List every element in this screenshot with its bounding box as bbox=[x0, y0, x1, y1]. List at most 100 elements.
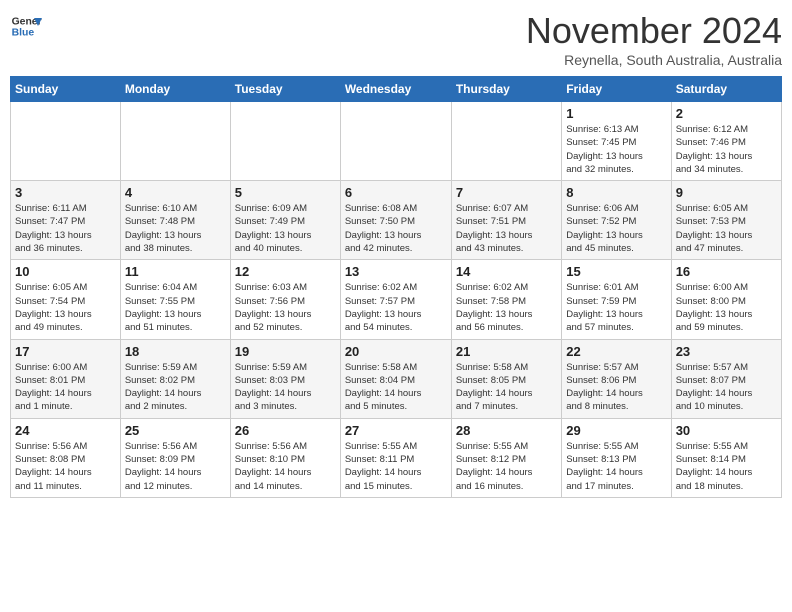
page-header: General Blue November 2024 Reynella, Sou… bbox=[10, 10, 782, 68]
day-number: 9 bbox=[676, 185, 777, 200]
table-row bbox=[120, 102, 230, 181]
day-number: 6 bbox=[345, 185, 447, 200]
table-row: 18 Sunrise: 5:59 AMSunset: 8:02 PMDayligh… bbox=[120, 339, 230, 418]
table-row bbox=[340, 102, 451, 181]
table-row: 20 Sunrise: 5:58 AMSunset: 8:04 PMDayligh… bbox=[340, 339, 451, 418]
day-detail: Sunrise: 5:56 AMSunset: 8:10 PMDaylight:… bbox=[235, 440, 336, 493]
svg-text:Blue: Blue bbox=[12, 28, 35, 39]
table-row bbox=[11, 102, 121, 181]
table-row: 8 Sunrise: 6:06 AMSunset: 7:52 PMDaylight… bbox=[562, 181, 671, 260]
day-detail: Sunrise: 5:57 AMSunset: 8:06 PMDaylight:… bbox=[566, 361, 666, 414]
day-number: 13 bbox=[345, 264, 447, 279]
title-block: November 2024 Reynella, South Australia,… bbox=[526, 10, 782, 68]
calendar-week-row: 1 Sunrise: 6:13 AMSunset: 7:45 PMDaylight… bbox=[11, 102, 782, 181]
table-row: 14 Sunrise: 6:02 AMSunset: 7:58 PMDayligh… bbox=[451, 260, 561, 339]
day-detail: Sunrise: 5:58 AMSunset: 8:04 PMDaylight:… bbox=[345, 361, 447, 414]
day-number: 24 bbox=[15, 423, 116, 438]
calendar-table: Sunday Monday Tuesday Wednesday Thursday… bbox=[10, 76, 782, 498]
day-number: 20 bbox=[345, 344, 447, 359]
day-detail: Sunrise: 6:13 AMSunset: 7:45 PMDaylight:… bbox=[566, 123, 666, 176]
table-row: 13 Sunrise: 6:02 AMSunset: 7:57 PMDayligh… bbox=[340, 260, 451, 339]
table-row: 30 Sunrise: 5:55 AMSunset: 8:14 PMDayligh… bbox=[671, 418, 781, 497]
day-detail: Sunrise: 5:56 AMSunset: 8:08 PMDaylight:… bbox=[15, 440, 116, 493]
day-number: 15 bbox=[566, 264, 666, 279]
day-number: 5 bbox=[235, 185, 336, 200]
day-detail: Sunrise: 6:00 AMSunset: 8:01 PMDaylight:… bbox=[15, 361, 116, 414]
table-row bbox=[451, 102, 561, 181]
day-detail: Sunrise: 5:59 AMSunset: 8:02 PMDaylight:… bbox=[125, 361, 226, 414]
day-detail: Sunrise: 6:07 AMSunset: 7:51 PMDaylight:… bbox=[456, 202, 557, 255]
table-row: 2 Sunrise: 6:12 AMSunset: 7:46 PMDaylight… bbox=[671, 102, 781, 181]
col-monday: Monday bbox=[120, 77, 230, 102]
day-number: 18 bbox=[125, 344, 226, 359]
day-number: 2 bbox=[676, 106, 777, 121]
day-detail: Sunrise: 6:10 AMSunset: 7:48 PMDaylight:… bbox=[125, 202, 226, 255]
table-row: 25Sunrise: 5:56 AMSunset: 8:09 PMDayligh… bbox=[120, 418, 230, 497]
day-detail: Sunrise: 5:58 AMSunset: 8:05 PMDaylight:… bbox=[456, 361, 557, 414]
table-row: 9 Sunrise: 6:05 AMSunset: 7:53 PMDaylight… bbox=[671, 181, 781, 260]
day-number: 11 bbox=[125, 264, 226, 279]
day-number: 30 bbox=[676, 423, 777, 438]
day-number: 12 bbox=[235, 264, 336, 279]
calendar-week-row: 17 Sunrise: 6:00 AMSunset: 8:01 PMDayligh… bbox=[11, 339, 782, 418]
col-tuesday: Tuesday bbox=[230, 77, 340, 102]
day-detail: Sunrise: 6:11 AMSunset: 7:47 PMDaylight:… bbox=[15, 202, 116, 255]
day-detail: Sunrise: 6:08 AMSunset: 7:50 PMDaylight:… bbox=[345, 202, 447, 255]
month-title: November 2024 bbox=[526, 10, 782, 52]
table-row: 10Sunrise: 6:05 AMSunset: 7:54 PMDayligh… bbox=[11, 260, 121, 339]
table-row: 1 Sunrise: 6:13 AMSunset: 7:45 PMDaylight… bbox=[562, 102, 671, 181]
day-detail: Sunrise: 5:55 AMSunset: 8:13 PMDaylight:… bbox=[566, 440, 666, 493]
day-number: 16 bbox=[676, 264, 777, 279]
logo-icon: General Blue bbox=[10, 10, 42, 42]
table-row: 28 Sunrise: 5:55 AMSunset: 8:12 PMDayligh… bbox=[451, 418, 561, 497]
location: Reynella, South Australia, Australia bbox=[526, 52, 782, 68]
col-saturday: Saturday bbox=[671, 77, 781, 102]
table-row: 6 Sunrise: 6:08 AMSunset: 7:50 PMDaylight… bbox=[340, 181, 451, 260]
day-number: 14 bbox=[456, 264, 557, 279]
table-row: 19Sunrise: 5:59 AMSunset: 8:03 PMDayligh… bbox=[230, 339, 340, 418]
day-detail: Sunrise: 6:03 AMSunset: 7:56 PMDaylight:… bbox=[235, 281, 336, 334]
day-detail: Sunrise: 6:06 AMSunset: 7:52 PMDaylight:… bbox=[566, 202, 666, 255]
calendar-header-row: Sunday Monday Tuesday Wednesday Thursday… bbox=[11, 77, 782, 102]
table-row bbox=[230, 102, 340, 181]
day-detail: Sunrise: 5:55 AMSunset: 8:14 PMDaylight:… bbox=[676, 440, 777, 493]
table-row: 23 Sunrise: 5:57 AMSunset: 8:07 PMDayligh… bbox=[671, 339, 781, 418]
col-wednesday: Wednesday bbox=[340, 77, 451, 102]
day-number: 23 bbox=[676, 344, 777, 359]
table-row: 12 Sunrise: 6:03 AMSunset: 7:56 PMDayligh… bbox=[230, 260, 340, 339]
logo: General Blue bbox=[10, 10, 42, 42]
day-detail: Sunrise: 6:02 AMSunset: 7:58 PMDaylight:… bbox=[456, 281, 557, 334]
table-row: 29Sunrise: 5:55 AMSunset: 8:13 PMDayligh… bbox=[562, 418, 671, 497]
day-detail: Sunrise: 6:02 AMSunset: 7:57 PMDaylight:… bbox=[345, 281, 447, 334]
calendar-week-row: 24 Sunrise: 5:56 AMSunset: 8:08 PMDayligh… bbox=[11, 418, 782, 497]
table-row: 17 Sunrise: 6:00 AMSunset: 8:01 PMDayligh… bbox=[11, 339, 121, 418]
calendar-week-row: 10Sunrise: 6:05 AMSunset: 7:54 PMDayligh… bbox=[11, 260, 782, 339]
day-number: 17 bbox=[15, 344, 116, 359]
table-row: 26 Sunrise: 5:56 AMSunset: 8:10 PMDayligh… bbox=[230, 418, 340, 497]
day-detail: Sunrise: 5:55 AMSunset: 8:12 PMDaylight:… bbox=[456, 440, 557, 493]
col-thursday: Thursday bbox=[451, 77, 561, 102]
table-row: 24 Sunrise: 5:56 AMSunset: 8:08 PMDayligh… bbox=[11, 418, 121, 497]
day-detail: Sunrise: 6:00 AMSunset: 8:00 PMDaylight:… bbox=[676, 281, 777, 334]
day-number: 3 bbox=[15, 185, 116, 200]
day-detail: Sunrise: 6:05 AMSunset: 7:54 PMDaylight:… bbox=[15, 281, 116, 334]
day-number: 27 bbox=[345, 423, 447, 438]
col-friday: Friday bbox=[562, 77, 671, 102]
table-row: 7 Sunrise: 6:07 AMSunset: 7:51 PMDaylight… bbox=[451, 181, 561, 260]
table-row: 27 Sunrise: 5:55 AMSunset: 8:11 PMDayligh… bbox=[340, 418, 451, 497]
day-detail: Sunrise: 6:12 AMSunset: 7:46 PMDaylight:… bbox=[676, 123, 777, 176]
table-row: 4Sunrise: 6:10 AMSunset: 7:48 PMDaylight… bbox=[120, 181, 230, 260]
day-detail: Sunrise: 5:57 AMSunset: 8:07 PMDaylight:… bbox=[676, 361, 777, 414]
day-detail: Sunrise: 5:59 AMSunset: 8:03 PMDaylight:… bbox=[235, 361, 336, 414]
table-row: 22Sunrise: 5:57 AMSunset: 8:06 PMDayligh… bbox=[562, 339, 671, 418]
calendar-week-row: 3 Sunrise: 6:11 AMSunset: 7:47 PMDaylight… bbox=[11, 181, 782, 260]
day-detail: Sunrise: 6:05 AMSunset: 7:53 PMDaylight:… bbox=[676, 202, 777, 255]
day-detail: Sunrise: 5:55 AMSunset: 8:11 PMDaylight:… bbox=[345, 440, 447, 493]
day-number: 26 bbox=[235, 423, 336, 438]
day-number: 1 bbox=[566, 106, 666, 121]
table-row: 11Sunrise: 6:04 AMSunset: 7:55 PMDayligh… bbox=[120, 260, 230, 339]
col-sunday: Sunday bbox=[11, 77, 121, 102]
day-number: 28 bbox=[456, 423, 557, 438]
day-number: 8 bbox=[566, 185, 666, 200]
day-number: 7 bbox=[456, 185, 557, 200]
